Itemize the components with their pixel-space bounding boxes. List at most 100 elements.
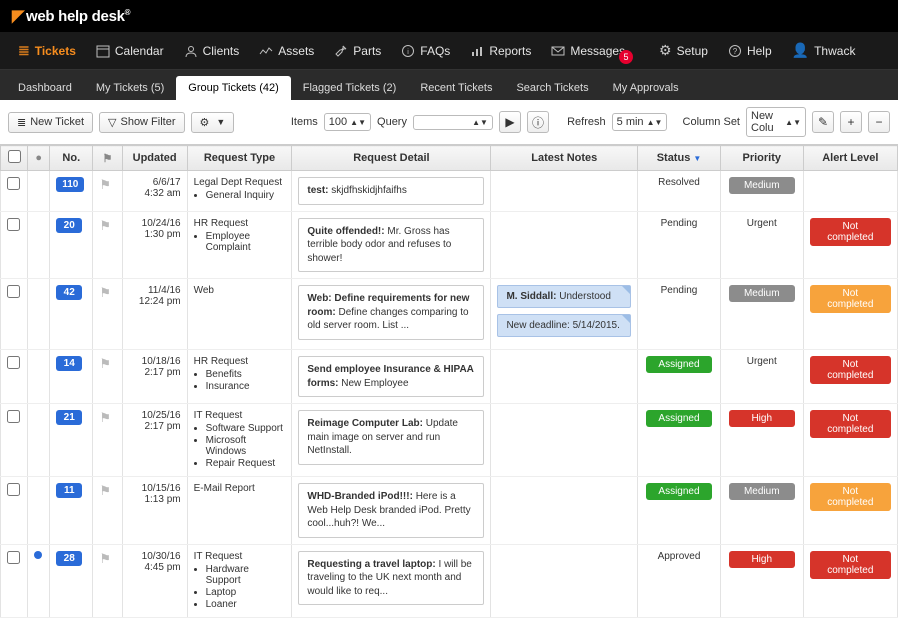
tab-dashboard[interactable]: Dashboard <box>6 76 84 100</box>
request-detail-box[interactable]: WHD-Branded iPod!!!: Here is a Web Help … <box>298 483 484 538</box>
status-text: Resolved <box>658 177 700 188</box>
flag-icon[interactable]: ⚑ <box>99 177 111 192</box>
nav-calendar[interactable]: Calendar <box>86 32 174 70</box>
nav-label: Clients <box>203 44 240 58</box>
query-info-button[interactable]: ⓘ <box>527 111 549 133</box>
items-select[interactable]: 100 ▲▼ <box>324 113 371 131</box>
row-checkbox[interactable] <box>7 483 20 496</box>
col-header[interactable]: Updated <box>122 146 187 171</box>
new-ticket-button[interactable]: ≣New Ticket <box>8 112 93 133</box>
priority-cell: Medium <box>720 279 803 350</box>
status-cell: Resolved <box>638 171 721 212</box>
table-row[interactable]: 14⚑10/18/162:17 pmHR RequestBenefitsInsu… <box>1 350 898 404</box>
table-row[interactable]: 28⚑10/30/164:45 pmIT RequestHardware Sup… <box>1 544 898 617</box>
query-label: Query <box>377 116 407 128</box>
add-column-button[interactable]: + <box>840 111 862 133</box>
row-checkbox[interactable] <box>7 218 20 231</box>
ticket-number-chip[interactable]: 28 <box>56 551 82 566</box>
flag-icon[interactable]: ⚑ <box>99 410 111 425</box>
nav-messages[interactable]: Messages5 <box>541 32 649 70</box>
edit-columns-button[interactable]: ✎ <box>812 111 834 133</box>
ticket-number-chip[interactable]: 110 <box>56 177 84 192</box>
nav-label: Setup <box>677 44 708 58</box>
request-detail-box[interactable]: Quite offended!: Mr. Gross has terrible … <box>298 218 484 273</box>
col-header[interactable]: No. <box>50 146 93 171</box>
request-detail-box[interactable]: test: skjdfhskidjhfaifhs <box>298 177 484 205</box>
nav-clients[interactable]: Clients <box>174 32 250 70</box>
col-header[interactable]: ● <box>28 146 50 171</box>
col-header[interactable]: ⚑ <box>93 146 122 171</box>
show-filter-button[interactable]: ▽Show Filter <box>99 112 185 133</box>
flag-icon[interactable]: ⚑ <box>99 356 111 371</box>
tickets-table: ●No.⚑UpdatedRequest TypeRequest DetailLa… <box>0 145 898 618</box>
nav-faqs[interactable]: iFAQs <box>391 32 460 70</box>
status-badge: Assigned <box>646 483 712 500</box>
nav-thwack[interactable]: 👤Thwack <box>782 32 866 70</box>
table-row[interactable]: 110⚑6/6/174:32 amLegal Dept RequestGener… <box>1 171 898 212</box>
nav-tickets[interactable]: ≣Tickets <box>8 32 86 70</box>
flag-cell: ⚑ <box>93 477 122 545</box>
refresh-select[interactable]: 5 min ▲▼ <box>612 113 668 131</box>
col-header[interactable]: Request Type <box>187 146 292 171</box>
query-select[interactable]: ▲▼ <box>413 115 493 130</box>
request-detail-box[interactable]: Requesting a travel laptop: I will be tr… <box>298 551 484 606</box>
tab-my-tickets[interactable]: My Tickets (5) <box>84 76 176 100</box>
request-detail-box[interactable]: Send employee Insurance & HIPAA forms: N… <box>298 356 484 397</box>
row-checkbox[interactable] <box>7 410 20 423</box>
priority-cell: High <box>720 404 803 477</box>
flag-icon[interactable]: ⚑ <box>99 551 111 566</box>
nav-help[interactable]: ?Help <box>718 32 782 70</box>
settings-menu-button[interactable]: ⚙▼ <box>191 112 235 133</box>
row-checkbox[interactable] <box>7 356 20 369</box>
nav-setup[interactable]: ⚙Setup <box>649 32 718 70</box>
nav-reports[interactable]: Reports <box>460 32 541 70</box>
flag-icon[interactable]: ⚑ <box>99 483 111 498</box>
table-row[interactable]: 42⚑11/4/1612:24 pmWebWeb: Define require… <box>1 279 898 350</box>
tab-my-approvals[interactable]: My Approvals <box>601 76 691 100</box>
flag-cell: ⚑ <box>93 350 122 404</box>
row-checkbox[interactable] <box>7 551 20 564</box>
note-box[interactable]: M. Siddall: Understood <box>497 285 631 308</box>
tab-search-tickets[interactable]: Search Tickets <box>504 76 600 100</box>
col-header[interactable]: Status ▼ <box>638 146 721 171</box>
no-cell: 42 <box>50 279 93 350</box>
col-header[interactable]: Latest Notes <box>491 146 638 171</box>
status-text: Pending <box>661 218 698 229</box>
nav-assets[interactable]: Assets <box>249 32 324 70</box>
calendar-icon <box>96 44 110 58</box>
row-checkbox[interactable] <box>7 285 20 298</box>
brand-logo: ◤web help desk® <box>12 6 130 26</box>
tab-group-tickets[interactable]: Group Tickets (42) <box>176 76 290 100</box>
ticket-number-chip[interactable]: 21 <box>56 410 82 425</box>
column-set-select[interactable]: New Colu▲▼ <box>746 107 806 137</box>
remove-column-button[interactable]: − <box>868 111 890 133</box>
flag-icon[interactable]: ⚑ <box>99 218 111 233</box>
tab-flagged-tickets[interactable]: Flagged Tickets (2) <box>291 76 409 100</box>
btn-label: New Ticket <box>30 116 84 128</box>
run-query-button[interactable]: ▶ <box>499 111 521 133</box>
clients-icon <box>184 44 198 58</box>
ticket-number-chip[interactable]: 20 <box>56 218 82 233</box>
tab-recent-tickets[interactable]: Recent Tickets <box>408 76 504 100</box>
ticket-number-chip[interactable]: 14 <box>56 356 82 371</box>
flag-icon[interactable]: ⚑ <box>99 285 111 300</box>
dot-cell <box>28 279 50 350</box>
col-header[interactable]: Alert Level <box>803 146 897 171</box>
col-header[interactable]: Priority <box>720 146 803 171</box>
ticket-number-chip[interactable]: 11 <box>56 483 82 498</box>
table-row[interactable]: 11⚑10/15/161:13 pmE-Mail ReportWHD-Brand… <box>1 477 898 545</box>
table-row[interactable]: 21⚑10/25/162:17 pmIT RequestSoftware Sup… <box>1 404 898 477</box>
request-detail-box[interactable]: Web: Define requirements for new room: D… <box>298 285 484 340</box>
row-checkbox[interactable] <box>7 177 20 190</box>
table-row[interactable]: 20⚑10/24/161:30 pmHR RequestEmployee Com… <box>1 211 898 279</box>
gear-icon: ⚙ <box>200 116 210 129</box>
ticket-number-chip[interactable]: 42 <box>56 285 82 300</box>
nav-parts[interactable]: Parts <box>324 32 391 70</box>
note-box[interactable]: New deadline: 5/14/2015. <box>497 314 631 337</box>
col-header[interactable]: Request Detail <box>292 146 491 171</box>
request-detail-box[interactable]: Reimage Computer Lab: Update main image … <box>298 410 484 465</box>
parts-icon <box>334 44 348 58</box>
select-all-checkbox[interactable] <box>8 150 21 163</box>
nav-label: Parts <box>353 44 381 58</box>
col-header[interactable] <box>1 146 28 171</box>
